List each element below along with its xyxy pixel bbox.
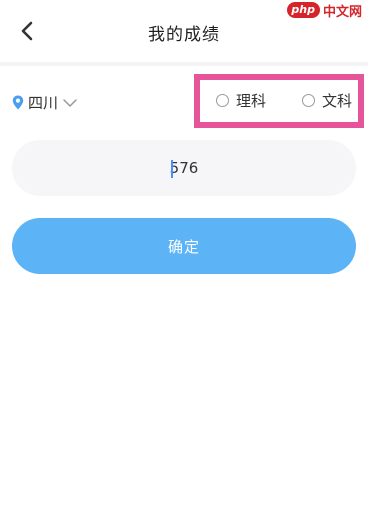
chevron-down-icon [63,98,77,107]
location-pin-icon [12,95,24,110]
watermark-text: 中文网 [322,4,362,20]
watermark-logo: php [287,2,320,18]
region-selector[interactable]: 四川 [12,92,78,113]
confirm-label: 确定 [167,237,200,256]
page-title: 我的成绩 [148,25,220,45]
confirm-button[interactable]: 确定 [12,218,356,274]
watermark: php 中文网 [287,1,362,20]
text-cursor [171,160,173,178]
subject-option-arts[interactable]: 文科 [302,90,352,111]
radio-button-arts[interactable] [302,94,315,107]
subject-option-science[interactable]: 理科 [216,90,266,111]
subject-label-science: 理科 [236,92,267,110]
score-input[interactable] [12,159,356,177]
header-divider [0,62,368,66]
subject-selector-highlight: 理科 文科 [194,74,364,128]
subject-label-arts: 文科 [322,92,353,110]
score-field[interactable] [12,140,356,196]
radio-button-science[interactable] [216,94,229,107]
region-label: 四川 [28,94,59,112]
